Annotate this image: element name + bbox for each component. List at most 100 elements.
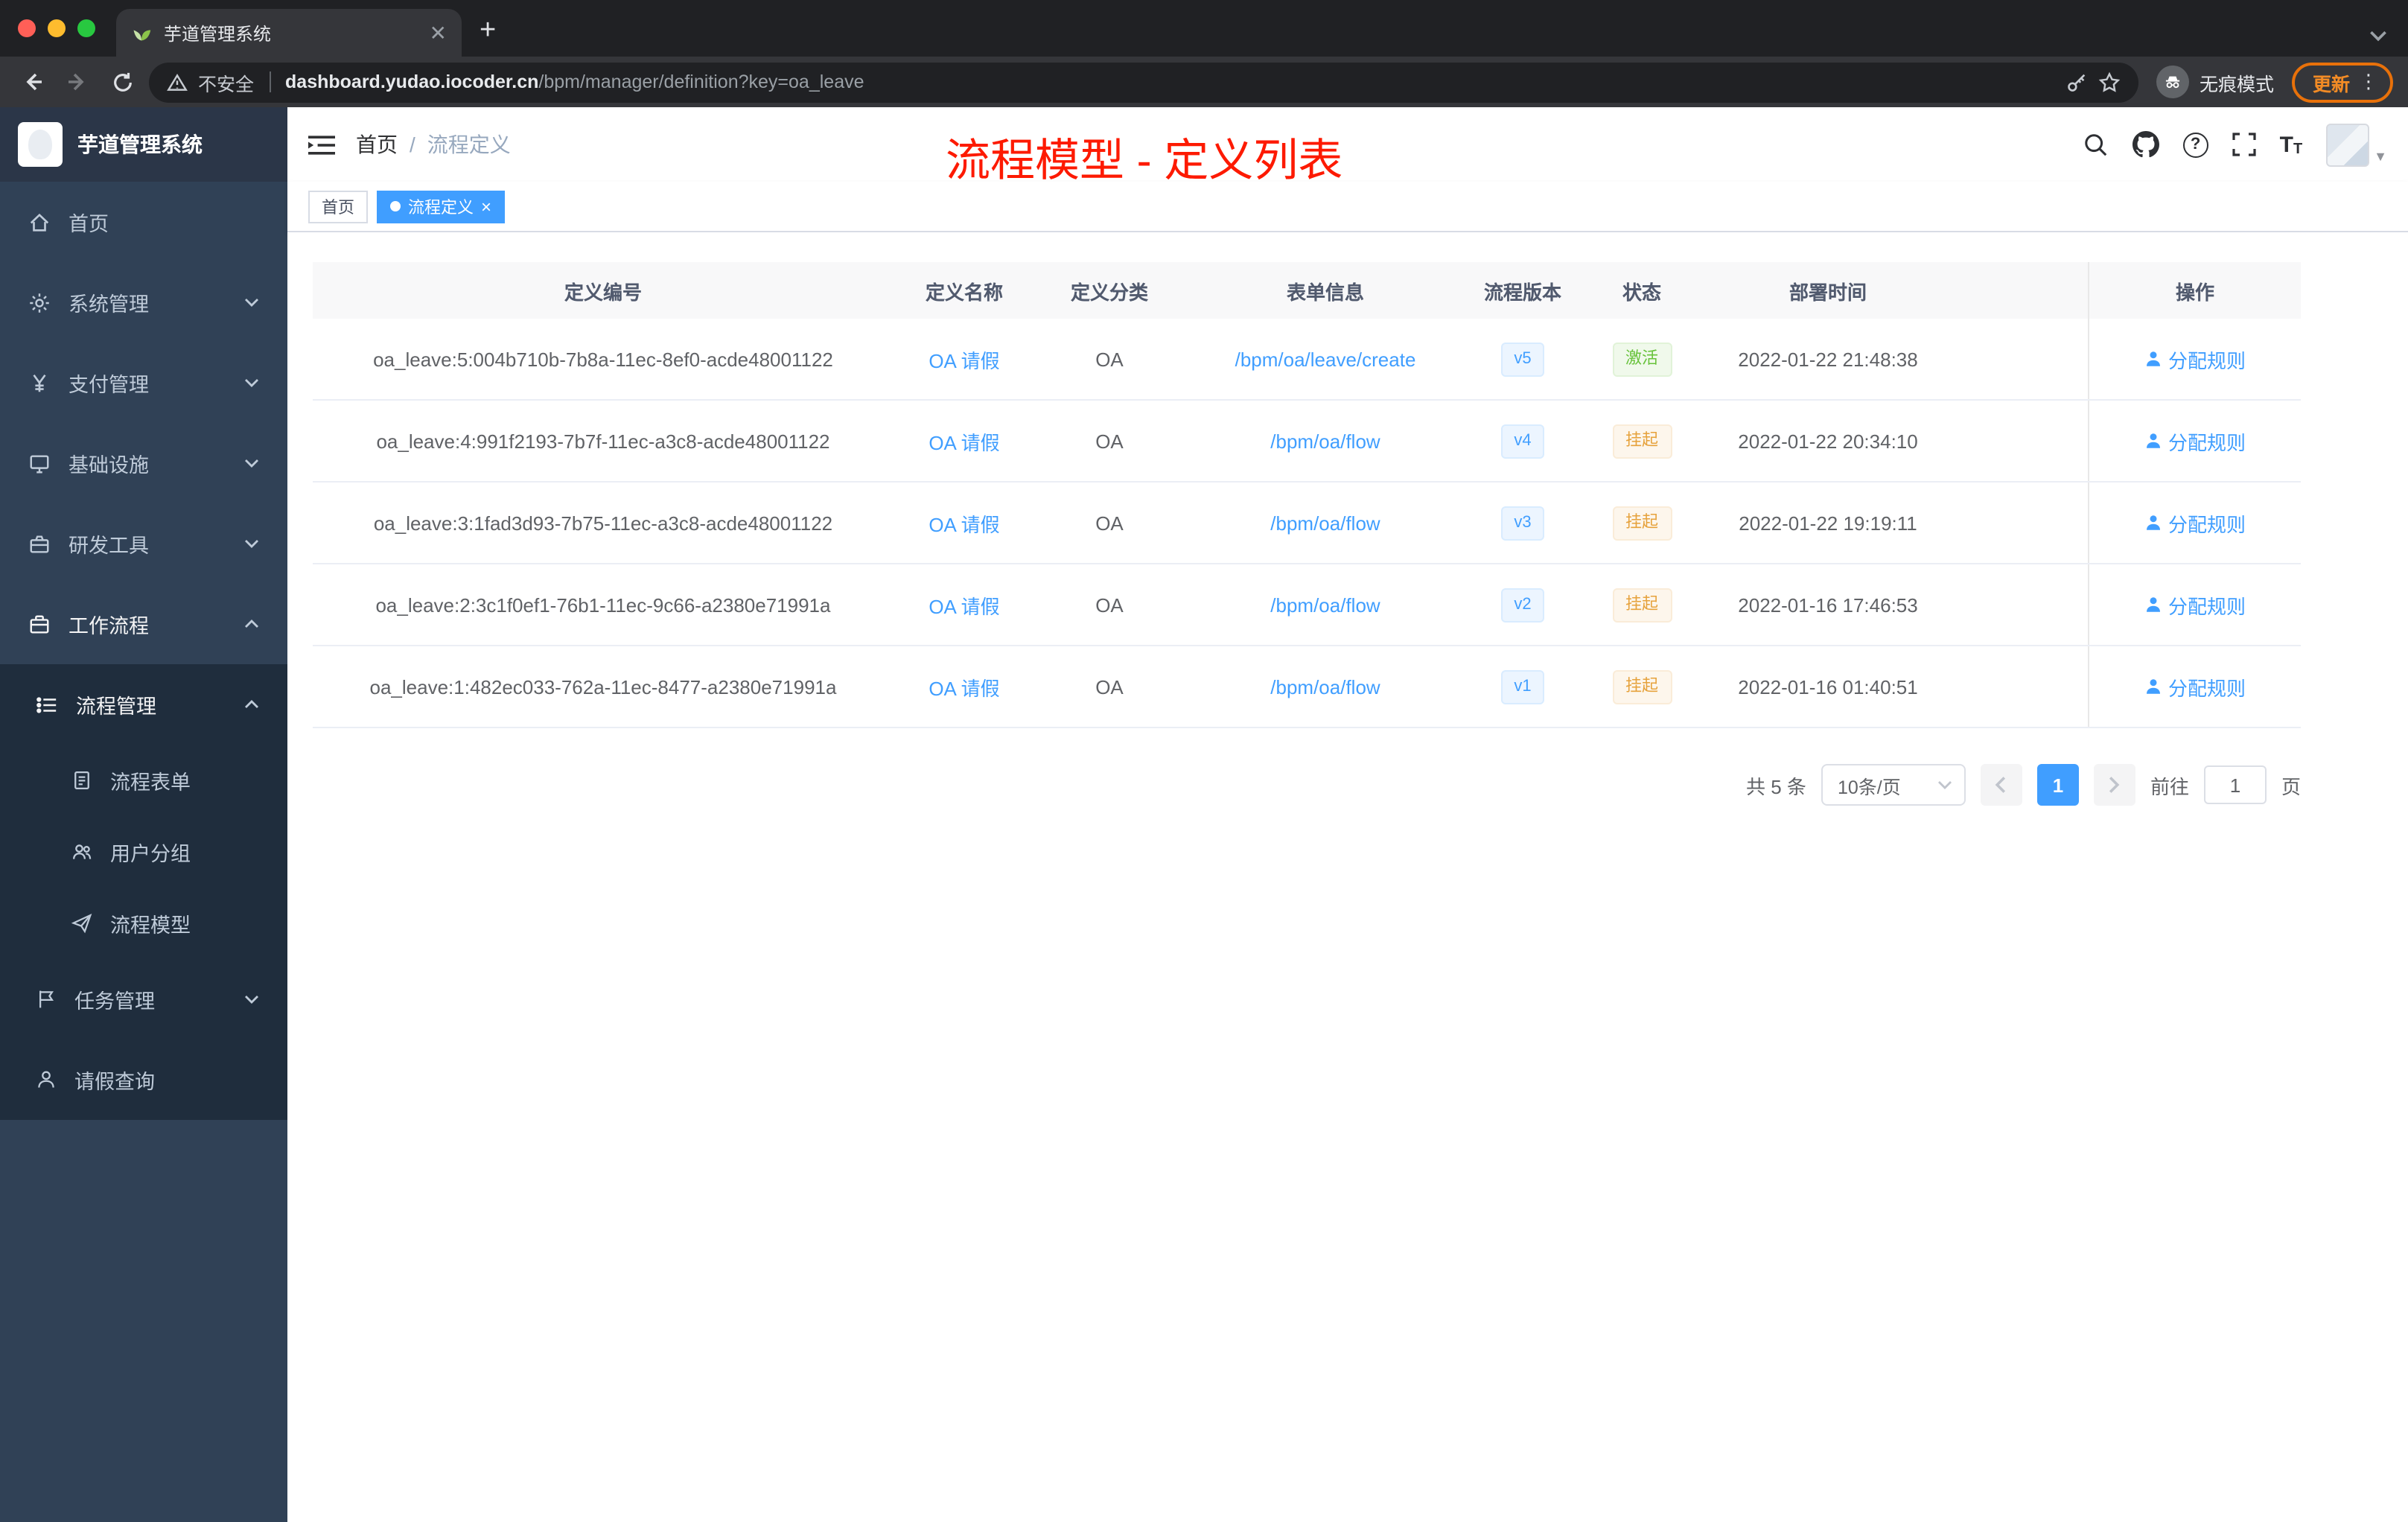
password-key-icon[interactable]: [2065, 71, 2088, 93]
page-unit-label: 页: [2281, 775, 2301, 797]
back-button[interactable]: [15, 64, 51, 100]
home-icon: [30, 212, 49, 231]
browser-menu-icon[interactable]: ⋮: [2359, 70, 2378, 94]
minimize-window-button[interactable]: [48, 19, 66, 37]
assign-rule-link[interactable]: 分配规则: [2144, 427, 2246, 455]
new-tab-button[interactable]: +: [480, 15, 496, 48]
help-icon[interactable]: ?: [2182, 132, 2208, 157]
version-badge: v2: [1500, 588, 1545, 622]
definition-name-link[interactable]: OA 请假: [929, 509, 999, 537]
form-info-link[interactable]: /bpm/oa/flow: [1270, 593, 1380, 616]
bookmark-star-icon[interactable]: [2098, 71, 2121, 93]
form-info-link[interactable]: /bpm/oa/flow: [1270, 675, 1380, 698]
definition-category: OA: [1095, 430, 1124, 452]
forward-button[interactable]: [60, 64, 95, 100]
zoom-window-button[interactable]: [77, 19, 95, 37]
window-controls: [0, 0, 116, 57]
table-header-row: 定义编号 定义名称 定义分类 表单信息 流程版本 状态 部署时间 操作: [313, 262, 2301, 319]
close-window-button[interactable]: [18, 19, 36, 37]
tag-home[interactable]: 首页: [308, 190, 368, 223]
tag-process-definition[interactable]: 流程定义 ×: [377, 190, 506, 223]
yen-icon: [33, 373, 46, 392]
table-row: oa_leave:2:3c1f0ef1-76b1-11ec-9c66-a2380…: [313, 564, 2301, 646]
search-icon[interactable]: [2083, 132, 2109, 157]
tag-active-dot: [390, 201, 401, 211]
form-info-link[interactable]: /bpm/oa/flow: [1270, 512, 1380, 534]
browser-address-bar: 不安全 dashboard.yudao.iocoder.cn/bpm/manag…: [0, 57, 2408, 107]
assign-rule-link[interactable]: 分配规则: [2144, 509, 2246, 537]
sidebar-brand[interactable]: 芋道管理系统: [0, 107, 287, 182]
incognito-icon: [2156, 66, 2189, 98]
sidebar-item-home[interactable]: 首页: [0, 182, 287, 262]
user-avatar-dropdown[interactable]: ▼: [2326, 123, 2387, 166]
column-header: 部署时间: [1789, 281, 1867, 303]
workflow-icon: [30, 614, 49, 633]
table-row: oa_leave:1:482ec033-762a-11ec-8477-a2380…: [313, 646, 2301, 728]
assign-rule-link[interactable]: 分配规则: [2144, 672, 2246, 701]
reload-button[interactable]: [104, 64, 140, 100]
sidebar-item-process-management[interactable]: 流程管理: [0, 664, 287, 745]
definition-name-link[interactable]: OA 请假: [929, 345, 999, 373]
assign-rule-link[interactable]: 分配规则: [2144, 345, 2246, 373]
definition-name-link[interactable]: OA 请假: [929, 672, 999, 701]
definition-name-link[interactable]: OA 请假: [929, 427, 999, 455]
chevron-up-icon: [245, 700, 258, 708]
prev-page-button[interactable]: [1980, 764, 2022, 806]
font-size-icon[interactable]: TT: [2280, 132, 2303, 157]
brand-logo: [18, 122, 63, 167]
content-area: 定义编号 定义名称 定义分类 表单信息 流程版本 状态 部署时间 操作 oa_l…: [287, 232, 2408, 1522]
incognito-label: 无痕模式: [2199, 74, 2274, 95]
sidebar-item-leave-query[interactable]: 请假查询: [0, 1039, 287, 1120]
tag-close-icon[interactable]: ×: [481, 197, 491, 215]
monitor-icon: [30, 454, 49, 473]
column-header: 表单信息: [1286, 281, 1364, 303]
sidebar-item-system[interactable]: 系统管理: [0, 262, 287, 343]
user-icon: [2146, 597, 2160, 612]
deploy-time: 2022-01-16 01:40:51: [1738, 675, 1918, 698]
version-badge: v3: [1500, 506, 1545, 540]
browser-tab[interactable]: 芋道管理系统 ✕: [116, 9, 462, 57]
form-info-link[interactable]: /bpm/oa/flow: [1270, 430, 1380, 452]
next-page-button[interactable]: [2093, 764, 2135, 806]
sidebar-item-workflow[interactable]: 工作流程: [0, 584, 287, 664]
url-divider: [269, 71, 271, 92]
url-field[interactable]: 不安全 dashboard.yudao.iocoder.cn/bpm/manag…: [149, 62, 2138, 102]
browser-update-button[interactable]: 更新 ⋮: [2291, 62, 2393, 102]
sidebar-item-infrastructure[interactable]: 基础设施: [0, 423, 287, 503]
sidebar-item-dev-tools[interactable]: 研发工具: [0, 503, 287, 584]
update-label: 更新: [2312, 74, 2350, 95]
assign-rule-link[interactable]: 分配规则: [2144, 590, 2246, 619]
page-number-button[interactable]: 1: [2036, 764, 2079, 806]
fullscreen-icon[interactable]: [2232, 133, 2256, 156]
definition-id: oa_leave:2:3c1f0ef1-76b1-11ec-9c66-a2380…: [375, 593, 831, 616]
goto-label: 前往: [2150, 775, 2189, 797]
page-size-select[interactable]: 10条/页: [1821, 764, 1966, 806]
breadcrumb-home[interactable]: 首页: [356, 130, 398, 159]
avatar: [2326, 123, 2370, 166]
definition-id: oa_leave:1:482ec033-762a-11ec-8477-a2380…: [369, 675, 837, 698]
chevron-down-icon: [1937, 781, 1952, 789]
user-icon: [2146, 679, 2160, 694]
goto-page-input[interactable]: [2203, 765, 2267, 804]
sidebar-item-task-management[interactable]: 任务管理: [0, 959, 287, 1039]
definition-id: oa_leave:3:1fad3d93-7b75-11ec-a3c8-acde4…: [373, 512, 833, 534]
site-favicon-icon: [133, 30, 151, 41]
security-label[interactable]: 不安全: [198, 68, 254, 96]
sidebar-item-user-group[interactable]: 用户分组: [0, 816, 287, 888]
breadcrumb-separator: /: [410, 133, 415, 156]
github-icon[interactable]: [2132, 131, 2159, 158]
sidebar-toggle-icon[interactable]: [308, 133, 335, 156]
tab-close-icon[interactable]: ✕: [430, 22, 447, 43]
column-header: 定义分类: [1070, 281, 1148, 303]
sidebar-item-payment[interactable]: 支付管理: [0, 343, 287, 423]
breadcrumb: 首页 / 流程定义: [356, 130, 511, 159]
version-badge: v4: [1500, 424, 1545, 458]
sidebar-item-process-form[interactable]: 流程表单: [0, 745, 287, 816]
definition-table: 定义编号 定义名称 定义分类 表单信息 流程版本 状态 部署时间 操作 oa_l…: [313, 262, 2301, 728]
tab-search-chevron-icon[interactable]: [2369, 30, 2387, 42]
chevron-down-icon: [245, 540, 258, 548]
tab-title: 芋道管理系统: [164, 23, 272, 44]
sidebar-item-process-model[interactable]: 流程模型: [0, 888, 287, 959]
form-info-link[interactable]: /bpm/oa/leave/create: [1235, 348, 1416, 370]
definition-name-link[interactable]: OA 请假: [929, 590, 999, 619]
